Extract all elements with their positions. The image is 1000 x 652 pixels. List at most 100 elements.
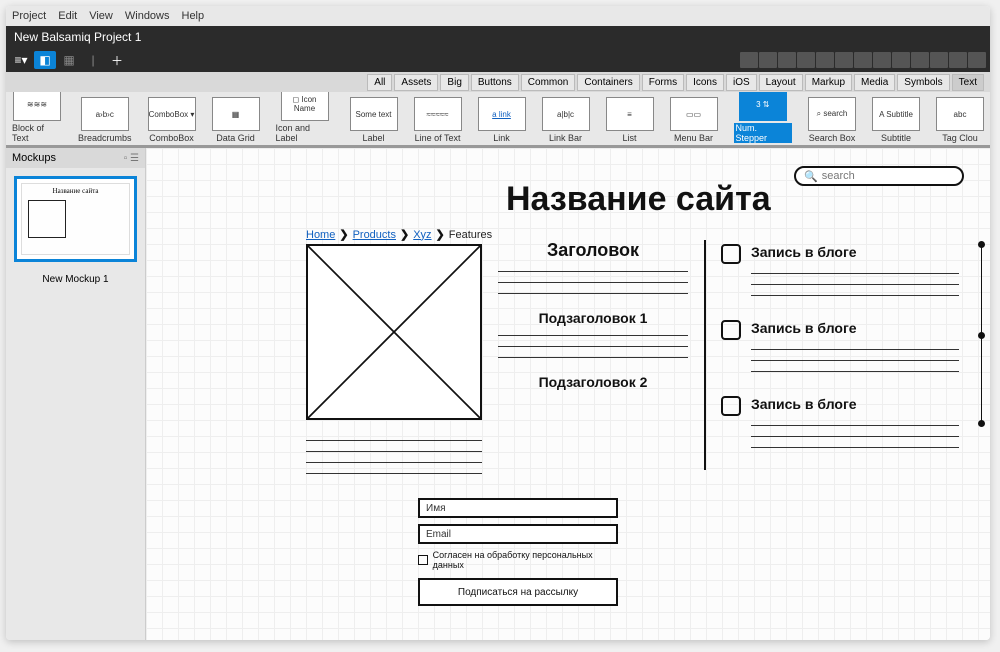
shelf-search-box[interactable]: ⌕ searchSearch Box	[808, 97, 856, 143]
shelf-breadcrumbs[interactable]: a›b›cBreadcrumbs	[78, 97, 132, 143]
tool-icon[interactable]	[930, 52, 948, 68]
menu-view[interactable]: View	[89, 10, 113, 22]
consent-label: Согласен на обработку персональных данны…	[433, 550, 618, 570]
add-icon[interactable]: ＋	[106, 51, 128, 69]
blog-entry[interactable]: Запись в блоге	[721, 320, 959, 378]
center-column: Заголовок Подзаголовок 1 Подзаголовок 2	[498, 240, 688, 395]
filter-text[interactable]: Text	[952, 74, 984, 91]
selection-handle[interactable]	[980, 244, 984, 424]
view-split-icon[interactable]: ◧	[34, 51, 56, 69]
filter-forms[interactable]: Forms	[642, 74, 684, 91]
email-input[interactable]: Email	[418, 524, 618, 544]
tool-icon[interactable]	[835, 52, 853, 68]
name-input[interactable]: Имя	[418, 498, 618, 518]
image-placeholder[interactable]	[306, 244, 482, 420]
shelf-list[interactable]: ≡List	[606, 97, 654, 143]
search-box[interactable]: 🔍 search	[794, 166, 964, 186]
subscribe-form: Имя Email Согласен на обработку персонал…	[418, 498, 618, 606]
divider-icon: |	[82, 51, 104, 69]
filter-media[interactable]: Media	[854, 74, 895, 91]
shelf-subtitle[interactable]: A SubtitleSubtitle	[872, 97, 920, 143]
filter-icons[interactable]: Icons	[686, 74, 724, 91]
search-placeholder: search	[822, 170, 855, 182]
submit-button[interactable]: Подписаться на рассылку	[418, 578, 618, 606]
shelf-label[interactable]: Some textLabel	[350, 97, 398, 143]
vertical-divider	[704, 240, 706, 470]
tool-icon[interactable]	[816, 52, 834, 68]
subheading-2[interactable]: Подзаголовок 2	[498, 374, 688, 390]
breadcrumbs[interactable]: Home❯ Products❯ Xyz❯ Features	[306, 228, 492, 241]
panel-icons[interactable]: ▫ ☰	[124, 153, 139, 164]
shelf-link-bar[interactable]: a|b|cLink Bar	[542, 97, 590, 143]
checkbox-icon[interactable]	[721, 396, 741, 416]
filter-big[interactable]: Big	[440, 74, 468, 91]
checkbox-icon[interactable]	[418, 555, 428, 565]
tool-icon[interactable]	[911, 52, 929, 68]
filter-ios[interactable]: iOS	[726, 74, 757, 91]
mockups-header: Mockups ▫ ☰	[6, 148, 145, 168]
filter-assets[interactable]: Assets	[394, 74, 438, 91]
blog-title: Запись в блоге	[751, 244, 959, 260]
body-text	[751, 340, 959, 378]
shelf-link[interactable]: a linkLink	[478, 97, 526, 143]
right-column: Запись в блоге Запись в блоге Запись в б…	[721, 244, 959, 472]
menu-edit[interactable]: Edit	[58, 10, 77, 22]
checkbox-icon[interactable]	[721, 320, 741, 340]
blog-title: Запись в блоге	[751, 320, 959, 336]
subheading-1[interactable]: Подзаголовок 1	[498, 310, 688, 326]
filter-symbols[interactable]: Symbols	[897, 74, 949, 91]
site-title[interactable]: Название сайта	[506, 180, 771, 219]
blog-entry[interactable]: Запись в блоге	[721, 244, 959, 302]
heading[interactable]: Заголовок	[498, 240, 688, 261]
consent-row[interactable]: Согласен на обработку персональных данны…	[418, 550, 618, 570]
menu-help[interactable]: Help	[182, 10, 205, 22]
shelf-line-of-text[interactable]: ≈≈≈≈≈Line of Text	[414, 97, 462, 143]
window-title: New Balsamiq Project 1	[6, 26, 990, 48]
tool-icon[interactable]	[949, 52, 967, 68]
blog-entry[interactable]: Запись в блоге	[721, 396, 959, 454]
menu-windows[interactable]: Windows	[125, 10, 170, 22]
crumb-home[interactable]: Home	[306, 229, 335, 241]
body-text[interactable]	[498, 267, 688, 300]
shelf-data-grid[interactable]: ▦Data Grid	[212, 97, 260, 143]
menubar: Project Edit View Windows Help	[6, 6, 990, 26]
filter-containers[interactable]: Containers	[577, 74, 639, 91]
zoom-icon[interactable]	[968, 52, 986, 68]
shelf-menu-bar[interactable]: ▭▭Menu Bar	[670, 97, 718, 143]
blog-title: Запись в блоге	[751, 396, 959, 412]
undo-icon[interactable]	[740, 52, 758, 68]
mockup-thumb[interactable]: Название сайта	[14, 176, 137, 262]
menu-project[interactable]: Project	[12, 10, 46, 22]
shelf-icon-label[interactable]: ◻ Icon NameIcon and Label	[276, 92, 334, 143]
filter-layout[interactable]: Layout	[759, 74, 803, 91]
component-shelf: ≋≋≋Block of Text a›b›cBreadcrumbs ComboB…	[6, 92, 990, 148]
tool-icon[interactable]	[892, 52, 910, 68]
filter-markup[interactable]: Markup	[805, 74, 852, 91]
redo-icon[interactable]	[759, 52, 777, 68]
shelf-tag-cloud[interactable]: abcTag Clou	[936, 97, 984, 143]
crumb-current: Features	[449, 229, 492, 241]
tool-icon[interactable]	[873, 52, 891, 68]
mockups-title: Mockups	[12, 152, 56, 164]
shelf-combobox[interactable]: ComboBox ▾ComboBox	[148, 97, 196, 143]
tool-icon[interactable]	[854, 52, 872, 68]
filter-buttons[interactable]: Buttons	[471, 74, 519, 91]
tool-icon[interactable]	[778, 52, 796, 68]
body-text[interactable]	[498, 331, 688, 364]
filter-common[interactable]: Common	[521, 74, 576, 91]
filter-bar: All Assets Big Buttons Common Containers…	[6, 72, 990, 92]
toolbar-right	[740, 52, 986, 68]
menu-icon[interactable]: ≡▾	[10, 51, 32, 69]
mockups-panel: Mockups ▫ ☰ Название сайта New Mockup 1	[6, 148, 146, 640]
crumb-products[interactable]: Products	[353, 229, 396, 241]
mockup-label[interactable]: New Mockup 1	[6, 270, 145, 287]
shelf-block-of-text[interactable]: ≋≋≋Block of Text	[12, 92, 62, 143]
shelf-num-stepper[interactable]: 3 ⇅Num. Stepper	[734, 92, 792, 143]
crumb-xyz[interactable]: Xyz	[413, 229, 431, 241]
view-grid-icon[interactable]: ▦	[58, 51, 80, 69]
left-body-text[interactable]	[306, 436, 482, 480]
tool-icon[interactable]	[797, 52, 815, 68]
checkbox-icon[interactable]	[721, 244, 741, 264]
canvas[interactable]: 🔍 search Название сайта Home❯ Products❯ …	[146, 148, 990, 640]
filter-all[interactable]: All	[367, 74, 392, 91]
